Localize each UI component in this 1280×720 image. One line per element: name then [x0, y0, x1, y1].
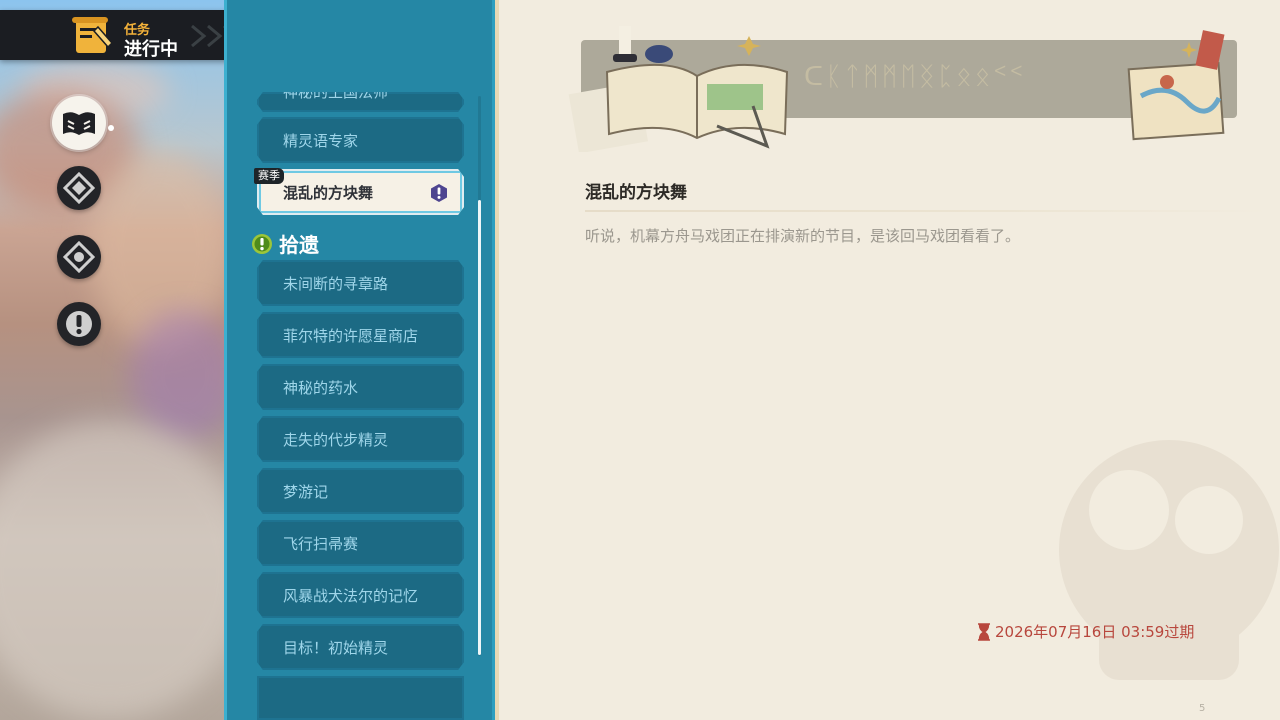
hourglass-icon — [978, 622, 990, 641]
quest-item-label: 风暴战犬法尔的记忆 — [283, 586, 419, 605]
expire-info: 2026年07月16日 03:59过期 — [977, 621, 1194, 642]
exclamation-icon — [66, 311, 92, 337]
exclamation-icon — [430, 184, 448, 202]
quest-description: 听说，机幕方舟马戏团正在排演新的节目，是该回马戏团看看了。 — [585, 227, 1021, 245]
quest-list-panel: 神秘的王国法师 精灵语专家 赛季 混乱的方块舞 拾遗 未间断的寻章路 菲尔特的许… — [224, 0, 495, 720]
sparkle-icon — [108, 125, 114, 131]
quest-item-label: 神秘的王国法师 — [283, 82, 389, 101]
quest-item[interactable]: 走失的代步精灵 — [257, 416, 464, 462]
guide-compass-icon — [63, 241, 95, 273]
quest-item[interactable]: 精灵语专家 — [257, 117, 464, 163]
expire-text: 2026年07月16日 03:59过期 — [995, 623, 1195, 641]
banner-rune-text: ᑕᛕᛏᛗᛗᛖᛝᛈᛟᛟᑉᑉ — [804, 62, 1026, 92]
quest-item-selected[interactable]: 混乱的方块舞 — [257, 169, 464, 215]
quest-item[interactable]: 菲尔特的许愿星商店 — [257, 312, 464, 358]
map-illustration-icon — [1127, 30, 1225, 141]
corner-number: 5 — [1199, 703, 1206, 714]
scroll-icon — [72, 17, 114, 53]
section-title: 拾遗 — [279, 233, 319, 257]
season-badge: 赛季 — [254, 168, 284, 184]
watermark-emblem-icon — [1059, 440, 1279, 680]
quest-item-label: 未间断的寻章路 — [283, 274, 389, 293]
quest-item[interactable]: 神秘的王国法师 — [257, 92, 464, 112]
in-progress-label: 进行中 — [124, 39, 178, 60]
category-book-button[interactable] — [52, 96, 106, 150]
quest-item[interactable]: 神秘的药水 — [257, 364, 464, 410]
category-compass-button[interactable] — [57, 166, 101, 210]
exclamation-icon — [252, 233, 272, 254]
quest-item-label: 精灵语专家 — [283, 131, 359, 150]
quest-item-label: 梦游记 — [283, 482, 329, 501]
quest-item[interactable]: 飞行扫帚赛 — [257, 520, 464, 566]
title-divider — [585, 210, 1269, 212]
open-book-illustration-icon — [568, 26, 789, 152]
category-alert-button[interactable] — [57, 302, 101, 346]
quest-item[interactable]: 未间断的寻章路 — [257, 260, 464, 306]
quest-item-label: 菲尔特的许愿星商店 — [283, 326, 419, 345]
quest-item-label: 走失的代步精灵 — [283, 430, 389, 449]
quest-item-label: 混乱的方块舞 — [283, 183, 374, 202]
quest-item-label: 目标！初始精灵 — [283, 638, 389, 657]
quest-item[interactable]: 目标！初始精灵 — [257, 624, 464, 670]
quest-item[interactable] — [257, 676, 464, 720]
quest-item-label: 飞行扫帚赛 — [283, 534, 359, 553]
category-guide-button[interactable] — [57, 235, 101, 279]
quest-detail-panel: ᑕᛕᛏᛗᛗᛖᛝᛈᛟᛟᑉᑉ 混乱的方块舞 听说，机幕方舟马戏团正在排演新的节目，是… — [495, 0, 1280, 720]
compass-icon — [63, 172, 95, 204]
open-book-icon — [63, 112, 95, 135]
task-status-tag: 任务 进行中 — [0, 10, 256, 60]
section-header-misc: 拾遗 — [251, 229, 319, 258]
quest-item[interactable]: 风暴战犬法尔的记忆 — [257, 572, 464, 618]
game-scene-background — [0, 0, 228, 720]
scrollbar-thumb[interactable] — [478, 200, 481, 655]
quest-item[interactable]: 梦游记 — [257, 468, 464, 514]
quest-item-label: 神秘的药水 — [283, 378, 359, 397]
quest-title: 混乱的方块舞 — [585, 183, 687, 203]
